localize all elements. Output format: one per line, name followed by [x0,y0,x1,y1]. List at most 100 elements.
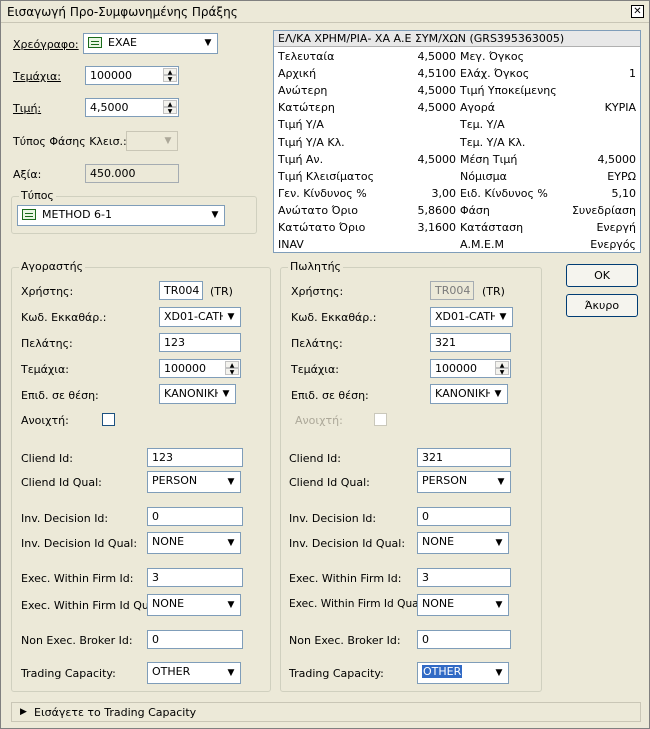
spin-up-icon[interactable]: ▲ [495,361,509,369]
spin-down-icon[interactable]: ▼ [225,368,239,376]
buyer-inv-decision-field[interactable]: 0 [147,507,243,526]
buyer-user-field[interactable]: TR004 [159,281,203,300]
chevron-down-icon[interactable]: ▼ [495,309,511,325]
info-value: Συνεδρίαση [571,203,636,217]
security-icon [88,37,102,48]
cancel-button[interactable]: Άκυρο [566,294,638,317]
info-label: Κατάσταση [460,221,524,234]
buyer-trading-capacity-select[interactable]: OTHER ▼ [147,662,241,684]
value-label: Αξία: [13,168,42,181]
chevron-down-icon[interactable]: ▼ [223,665,239,681]
buyer-quantity-input[interactable]: 100000 ▲ ▼ [159,359,241,378]
info-label: Φάση [460,203,490,217]
seller-client-id-qual-select[interactable]: PERSON ▼ [417,471,511,493]
buyer-exec-firm-label: Exec. Within Firm Id: [21,572,134,585]
info-value: Ενεργός [590,238,636,252]
buyer-client-field[interactable]: 123 [159,333,241,352]
seller-clearing-select[interactable]: XD01-CATH ▼ [430,307,513,327]
info-row: Γεν. Κίνδυνος % 3,00 Ειδ. Κίνδυνος % 5,10 [274,185,640,202]
info-label: Κατώτατο Όριο [278,221,366,234]
buyer-trading-capacity-value: OTHER [152,665,191,678]
buyer-exec-firm-field[interactable]: 3 [147,568,243,587]
seller-client-id-qual-value: PERSON [422,474,468,487]
chevron-down-icon[interactable]: ▼ [200,35,216,51]
spin-up-icon[interactable]: ▲ [163,100,177,108]
buyer-user-label: Χρήστης: [21,285,74,298]
seller-exec-firm-qual-label: Exec. Within Firm Id Qual: [289,598,426,610]
close-icon[interactable]: ✕ [631,5,644,18]
buyer-position-select[interactable]: ΚΑΝΟΝΙΚΗ ▼ [159,384,236,404]
spin-down-icon[interactable]: ▼ [163,75,177,83]
buyer-client-id-qual-label: Cliend Id Qual: [21,476,102,489]
buyer-exec-firm-qual-select[interactable]: NONE ▼ [147,594,241,616]
chevron-down-icon[interactable]: ▼ [491,597,507,613]
info-row: Τιμή Αν. 4,5000 Μέση Τιμή 4,5000 [274,151,640,168]
spin-down-icon[interactable]: ▼ [163,107,177,115]
info-label: Τεμ. Υ/Α Κλ. [460,135,526,149]
buyer-quantity-spinner[interactable]: ▲ ▼ [225,361,239,376]
buyer-inv-decision-qual-select[interactable]: NONE ▼ [147,532,241,554]
spin-up-icon[interactable]: ▲ [225,361,239,369]
seller-clearing-label: Κωδ. Εκκαθάρ.: [291,311,377,324]
chevron-down-icon[interactable]: ▼ [218,386,234,402]
quantity-spinner[interactable]: ▲ ▼ [163,68,177,83]
chevron-down-icon[interactable]: ▼ [491,665,507,681]
status-bar[interactable]: ▶ Εισάγετε το Trading Capacity [11,702,641,722]
price-input[interactable]: 4,5000 ▲ ▼ [85,98,179,117]
chevron-down-icon[interactable]: ▼ [490,386,506,402]
chevron-down-icon[interactable]: ▼ [223,474,239,490]
status-text: Εισάγετε το Trading Capacity [34,706,197,719]
buyer-clearing-select[interactable]: XD01-CATH ▼ [159,307,241,327]
info-value: 4,5000 [417,84,457,98]
seller-client-id-field[interactable]: 321 [417,448,511,467]
dialog-window: Εισαγωγή Προ-Συμφωνημένης Πράξης ✕ Χρεόγ… [0,0,650,729]
chevron-down-icon[interactable]: ▼ [223,535,239,551]
buyer-open-checkbox[interactable] [102,413,115,426]
buyer-non-exec-broker-field[interactable]: 0 [147,630,243,649]
seller-trading-capacity-label: Trading Capacity: [289,667,384,680]
quantity-label: Τεμάχια: [13,70,61,83]
seller-exec-firm-qual-select[interactable]: NONE ▼ [417,594,509,616]
title-bar: Εισαγωγή Προ-Συμφωνημένης Πράξης ✕ [1,1,649,23]
seller-quantity-input[interactable]: 100000 ▲ ▼ [430,359,511,378]
info-label: Τιμή Αν. [278,152,324,166]
price-spinner[interactable]: ▲ ▼ [163,100,177,115]
phase-select[interactable]: ▼ [126,131,178,151]
ok-button[interactable]: OK [566,264,638,287]
seller-exec-firm-field[interactable]: 3 [417,568,511,587]
info-value: ΚΥΡΙΑ [604,101,636,115]
chevron-down-icon[interactable]: ▼ [493,474,509,490]
seller-quantity-spinner[interactable]: ▲ ▼ [495,361,509,376]
buyer-inv-decision-qual-value: NONE [152,535,185,548]
expand-arrow-icon[interactable]: ▶ [20,707,27,717]
type-select[interactable]: METHOD 6-1 ▼ [17,205,225,226]
info-label: Κατώτερη [278,101,335,115]
seller-inv-decision-qual-value: NONE [422,535,455,548]
buyer-inv-decision-qual-label: Inv. Decision Id Qual: [21,537,138,550]
quantity-value: 100000 [90,69,132,82]
buyer-client-id-qual-select[interactable]: PERSON ▼ [147,471,241,493]
seller-inv-decision-field[interactable]: 0 [417,507,511,526]
seller-position-select[interactable]: ΚΑΝΟΝΙΚΗ ▼ [430,384,508,404]
security-select[interactable]: EXAE ▼ [83,33,218,54]
seller-trading-capacity-select[interactable]: OTHER ▼ [417,662,509,684]
buyer-trading-capacity-label: Trading Capacity: [21,667,116,680]
spin-down-icon[interactable]: ▼ [495,368,509,376]
spin-up-icon[interactable]: ▲ [163,68,177,76]
type-group-title: Τύπος [19,189,56,202]
chevron-down-icon[interactable]: ▼ [207,207,223,223]
buyer-clearing-value: XD01-CATH [164,310,228,323]
chevron-down-icon[interactable]: ▼ [223,597,239,613]
info-value: 4,5000 [417,50,457,63]
chevron-down-icon[interactable]: ▼ [223,309,239,325]
chevron-down-icon[interactable]: ▼ [491,535,507,551]
seller-non-exec-broker-field[interactable]: 0 [417,630,511,649]
info-value: 4,5000 [597,152,637,166]
quantity-input[interactable]: 100000 ▲ ▼ [85,66,179,85]
seller-exec-firm-label: Exec. Within Firm Id: [289,572,402,585]
info-label: Τιμή Υ/Α [278,118,324,132]
chevron-down-icon[interactable]: ▼ [160,133,176,149]
seller-client-field[interactable]: 321 [430,333,511,352]
buyer-client-id-field[interactable]: 123 [147,448,243,467]
seller-inv-decision-qual-select[interactable]: NONE ▼ [417,532,509,554]
